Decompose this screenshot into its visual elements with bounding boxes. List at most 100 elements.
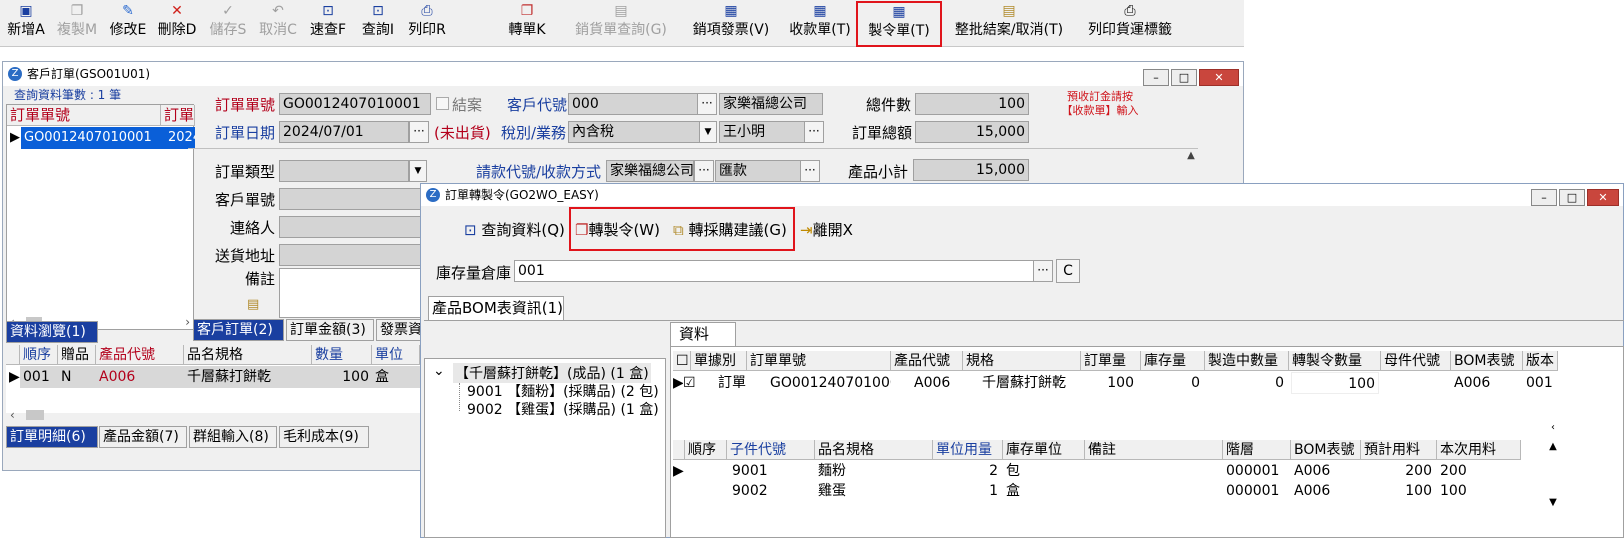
lower-header-planned[interactable]: 預計用料 (1361, 440, 1437, 460)
closed-checkbox[interactable] (436, 97, 449, 110)
billing-code-field[interactable]: 家樂福總公司 (606, 160, 694, 182)
tab-customer-order[interactable]: 客戶訂單(2) (193, 319, 284, 341)
tab-invoice[interactable]: 發票資 (376, 319, 422, 341)
billing-lookup-button[interactable]: ··· (694, 160, 714, 182)
table-row[interactable]: 9002 雞蛋 1 盒 000001 A006 100 100 (673, 481, 1521, 501)
lower-header-memo[interactable]: 備註 (1085, 440, 1223, 460)
tax-dropdown-icon[interactable]: ▼ (699, 121, 717, 143)
warehouse-field[interactable]: 001 (514, 260, 1034, 282)
maximize-button[interactable]: □ (1171, 69, 1197, 86)
row-checkbox[interactable]: ☑ (683, 372, 701, 394)
list-header-order-no[interactable]: 訂單單號 (7, 105, 161, 126)
receipt-button[interactable]: ▦ 收款單(T) (783, 2, 857, 44)
lower-header-stock-unit[interactable]: 庫存單位 (1003, 440, 1085, 460)
lower-header-bom-no[interactable]: BOM表號 (1291, 440, 1361, 460)
convert-work-order-button[interactable]: ❐轉製令(W) (575, 217, 660, 243)
sales-invoice-button[interactable]: ▦ 銷項發票(V) (683, 2, 779, 44)
upper-header-bom-no[interactable]: BOM表號 (1451, 351, 1523, 371)
upper-header-order-no[interactable]: 訂單單號 (747, 351, 891, 371)
tree-expand-icon[interactable]: ⌄ (433, 363, 445, 379)
print-label-button[interactable]: ⎙ 列印貨運標籤 (1080, 2, 1180, 44)
lower-header-seq[interactable]: 順序 (685, 440, 727, 460)
address-field[interactable] (279, 244, 421, 266)
lower-vscrollbar[interactable]: ▲ ▼ (1546, 440, 1560, 520)
upper-header-doc-type[interactable]: 單據別 (691, 351, 747, 371)
upper-scroll-left[interactable]: ‹ (1546, 422, 1560, 436)
close-button[interactable]: ✕ (1199, 69, 1239, 86)
detail-header-gift[interactable]: 贈品 (58, 345, 96, 365)
detail-header-product-code[interactable]: 產品代號 (96, 345, 184, 365)
detail-header-unit[interactable]: 單位 (372, 345, 420, 365)
date-picker-button[interactable]: ··· (409, 121, 429, 143)
minimize-button[interactable]: – (1143, 69, 1169, 86)
payment-lookup-button[interactable]: ··· (800, 160, 820, 182)
sales-rep-lookup-button[interactable]: ··· (804, 121, 824, 143)
sales-query-button[interactable]: ▤ 銷貨單查詢(G) (568, 2, 674, 44)
cell-this-time[interactable]: 100 (1437, 481, 1521, 501)
copy-button[interactable]: ❐ 複製M (54, 2, 100, 44)
query-button[interactable]: ⊡ 查詢I (356, 2, 400, 44)
tab-group-input[interactable]: 群組輸入(8) (189, 426, 277, 448)
detail-header-seq[interactable]: 順序 (20, 345, 58, 365)
tab-browse[interactable]: 資料瀏覽(1) (6, 321, 98, 343)
memo-edit-icon[interactable]: ▤ (247, 297, 265, 315)
upper-header-stock-qty[interactable]: 庫存量 (1141, 351, 1205, 371)
dialog-maximize-button[interactable]: □ (1559, 189, 1585, 206)
tab-order-detail[interactable]: 訂單明細(6) (6, 426, 98, 448)
memo-field[interactable] (279, 268, 421, 318)
detail-header-qty[interactable]: 數量 (312, 345, 372, 365)
payment-method-field[interactable]: 匯款 (715, 160, 801, 182)
detail-hscrollbar[interactable]: ‹ (6, 408, 420, 424)
cell-convert-qty[interactable]: 100 (1291, 372, 1379, 394)
lower-header-unit-qty[interactable]: 單位用量 (933, 440, 1003, 460)
upper-header-spec[interactable]: 規格 (963, 351, 1081, 371)
clear-button[interactable]: C (1056, 259, 1080, 283)
upper-header-product-code[interactable]: 產品代號 (891, 351, 963, 371)
purchase-suggestion-button[interactable]: ⧉ 轉採購建議(G) (673, 217, 787, 243)
table-row[interactable]: ▶ 001 N A006 千層蘇打餅乾 100 盒 (6, 366, 420, 388)
dialog-minimize-button[interactable]: – (1531, 189, 1557, 206)
customer-order-no-field[interactable] (279, 188, 421, 210)
batch-close-button[interactable]: ▤ 整批結案/取消(T) (947, 2, 1071, 44)
edit-button[interactable]: ✎ 修改E (106, 2, 150, 44)
lower-header-this-time[interactable]: 本次用料 (1437, 440, 1521, 460)
lower-header-level[interactable]: 階層 (1223, 440, 1291, 460)
warehouse-lookup-button[interactable]: ··· (1033, 260, 1053, 282)
contact-field[interactable] (279, 216, 421, 238)
exit-button[interactable]: ⇥離開X (800, 217, 853, 243)
sales-rep-field[interactable]: 王小明 (719, 121, 805, 143)
work-order-button[interactable]: ▦ 製令單(T) (856, 1, 942, 47)
print-button[interactable]: ⎙ 列印R (405, 2, 449, 44)
tree-node-root[interactable]: 【千層蘇打餅乾】(成品) (1 盒) (453, 363, 651, 383)
new-button[interactable]: ▣ 新增A (4, 2, 48, 44)
tab-order-amount[interactable]: 訂單金額(3) (286, 319, 374, 341)
order-no-field[interactable]: GO0012407010001 (279, 93, 431, 115)
table-row[interactable]: ▶ 9001 麵粉 2 包 000001 A006 200 200 (673, 461, 1521, 481)
lower-header-component-code[interactable]: 子件代號 (727, 440, 815, 460)
upper-header-parent-code[interactable]: 母件代號 (1381, 351, 1451, 371)
convert-button[interactable]: ❐ 轉單K (504, 2, 550, 44)
list-item[interactable]: ▶ GO0012407010001 2024 (7, 127, 195, 149)
tree-node-child[interactable]: 9001 【麵粉】(採購品) (2 包) (467, 381, 659, 401)
customer-code-field[interactable]: 000 (568, 93, 698, 115)
tab-product-amount[interactable]: 產品金額(7) (99, 426, 187, 448)
upper-header-convert-qty[interactable]: 轉製令數量 (1289, 351, 1381, 371)
order-type-dropdown-icon[interactable]: ▼ (409, 160, 427, 182)
query-data-button[interactable]: ⊡ 查詢資料(Q) (464, 217, 565, 243)
delete-button[interactable]: ✕ 刪除D (155, 2, 199, 44)
list-header-order[interactable]: 訂單 (161, 105, 195, 126)
table-row[interactable]: ▶ ☑ 訂單 GO0012407010001 A006 千層蘇打餅乾 100 0… (673, 372, 1558, 394)
cell-this-time[interactable]: 200 (1437, 461, 1521, 481)
customer-lookup-button[interactable]: ··· (697, 93, 717, 115)
tab-data[interactable]: 資料 (670, 322, 736, 346)
upper-header-version[interactable]: 版本 (1523, 351, 1558, 371)
tax-field[interactable]: 內含稅 (568, 121, 700, 143)
quick-search-button[interactable]: ⊡ 速查F (306, 2, 350, 44)
tree-node-child[interactable]: 9002 【雞蛋】(採購品) (1 盒) (467, 399, 659, 419)
grid-corner-checkbox[interactable]: ☐ (673, 351, 691, 371)
order-type-field[interactable] (279, 160, 409, 182)
tab-bom-info[interactable]: 產品BOM表資訊(1) (428, 296, 564, 320)
upper-header-order-qty[interactable]: 訂單量 (1081, 351, 1141, 371)
detail-header-spec[interactable]: 品名規格 (184, 345, 312, 365)
cancel-button[interactable]: ↶ 取消C (256, 2, 300, 44)
